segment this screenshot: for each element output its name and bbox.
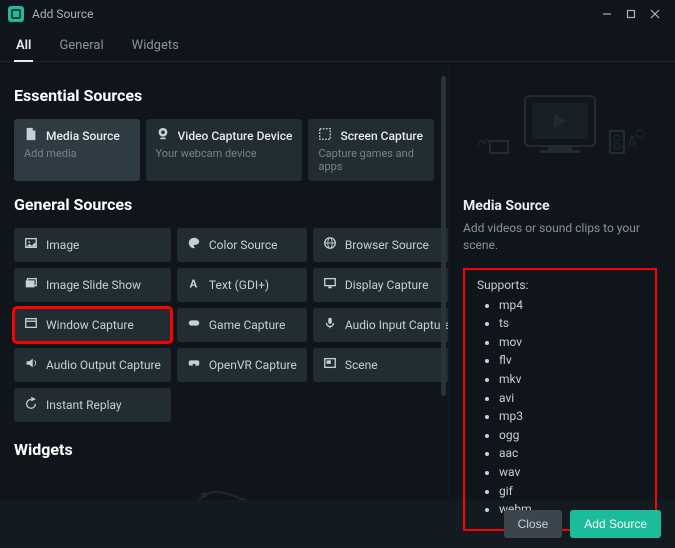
format-avi: avi: [499, 389, 643, 408]
format-aac: aac: [499, 444, 643, 463]
source-label: Instant Replay: [46, 398, 122, 412]
scene-icon: [323, 356, 337, 374]
source-media-source[interactable]: Media Source Add media: [14, 119, 140, 181]
source-label: Text (GDI+): [209, 278, 269, 292]
globe-icon: [323, 236, 337, 254]
text-icon: A: [187, 276, 201, 294]
source-screen-capture[interactable]: Screen Capture Capture games and apps: [308, 119, 434, 181]
format-ogg: ogg: [499, 426, 643, 445]
widgets-title: Widgets: [14, 440, 434, 459]
webcam-icon: [156, 127, 170, 145]
source-label: OpenVR Capture: [209, 358, 297, 372]
mic-icon: [323, 316, 337, 334]
detail-desc: Add videos or sound clips to your scene.: [463, 220, 657, 254]
format-mov: mov: [499, 333, 643, 352]
detail-title: Media Source: [463, 198, 657, 214]
scrollbar[interactable]: [441, 76, 446, 396]
source-label: Video Capture Device: [178, 129, 293, 143]
tab-widgets[interactable]: Widgets: [130, 34, 181, 61]
palette-icon: [187, 236, 201, 254]
widgets-illustration: [14, 473, 434, 500]
general-title: General Sources: [14, 195, 434, 214]
maximize-button[interactable]: [619, 2, 643, 26]
tab-all[interactable]: All: [14, 34, 33, 61]
source-sublabel: Capture games and apps: [318, 147, 424, 173]
format-mp4: mp4: [499, 296, 643, 315]
window-icon: [24, 316, 38, 334]
format-mp3: mp3: [499, 407, 643, 426]
format-wav: wav: [499, 463, 643, 482]
supports-label: Supports:: [477, 278, 643, 292]
close-window-button[interactable]: [643, 2, 667, 26]
source-label: Screen Capture: [340, 129, 422, 143]
source-audio-output-capture[interactable]: Audio Output Capture: [14, 348, 171, 382]
source-openvr-capture[interactable]: OpenVR Capture: [177, 348, 307, 382]
replay-icon: [24, 396, 38, 414]
format-flv: flv: [499, 351, 643, 370]
source-display-capture[interactable]: Display Capture: [313, 268, 448, 302]
detail-panel: Media Source Add videos or sound clips t…: [448, 62, 675, 500]
vr-icon: [187, 356, 201, 374]
source-video-capture-device[interactable]: Video Capture Device Your webcam device: [146, 119, 303, 181]
gamepad-icon: [187, 316, 201, 334]
source-text-gdi-[interactable]: A Text (GDI+): [177, 268, 307, 302]
source-browser-source[interactable]: Browser Source: [313, 228, 448, 262]
source-label: Browser Source: [345, 238, 429, 252]
essential-title: Essential Sources: [14, 86, 434, 105]
source-window-capture[interactable]: Window Capture: [14, 308, 171, 342]
source-color-source[interactable]: Color Source: [177, 228, 307, 262]
slides-icon: [24, 276, 38, 294]
source-label: Image: [46, 238, 79, 252]
source-instant-replay[interactable]: Instant Replay: [14, 388, 171, 422]
source-label: Media Source: [46, 129, 120, 143]
svg-text:A: A: [190, 276, 198, 290]
dashed-screen-icon: [318, 127, 332, 145]
source-image-slide-show[interactable]: Image Slide Show: [14, 268, 171, 302]
titlebar: Add Source: [0, 0, 675, 28]
tabs: All General Widgets: [0, 28, 675, 62]
source-label: Audio Output Capture: [46, 358, 161, 372]
source-audio-input-capture[interactable]: Audio Input Capture: [313, 308, 448, 342]
source-label: Audio Input Capture: [345, 318, 448, 332]
detail-illustration: [463, 76, 657, 186]
source-game-capture[interactable]: Game Capture: [177, 308, 307, 342]
source-scene[interactable]: Scene: [313, 348, 448, 382]
format-mkv: mkv: [499, 370, 643, 389]
file-icon: [24, 127, 38, 145]
tab-general[interactable]: General: [57, 34, 105, 61]
minimize-button[interactable]: [595, 2, 619, 26]
close-button[interactable]: Close: [504, 510, 563, 538]
source-sublabel: Your webcam device: [156, 147, 257, 160]
maximize-icon: [626, 9, 636, 19]
minimize-icon: [602, 9, 612, 19]
source-label: Game Capture: [209, 318, 286, 332]
add-source-button[interactable]: Add Source: [570, 510, 661, 538]
app-icon: [8, 6, 24, 22]
window-title: Add Source: [32, 7, 94, 21]
source-label: Scene: [345, 358, 378, 372]
source-label: Display Capture: [345, 278, 429, 292]
format-gif: gif: [499, 482, 643, 501]
format-ts: ts: [499, 314, 643, 333]
monitor-icon: [323, 276, 337, 294]
source-list-panel: Essential Sources Media Source Add media V…: [0, 62, 448, 500]
supports-box: Supports: mp4tsmovflvmkvavimp3oggaacwavg…: [463, 268, 657, 531]
source-label: Image Slide Show: [46, 278, 141, 292]
speaker-icon: [24, 356, 38, 374]
close-icon: [650, 9, 660, 19]
image-icon: [24, 236, 38, 254]
source-label: Window Capture: [46, 318, 134, 332]
source-image[interactable]: Image: [14, 228, 171, 262]
source-label: Color Source: [209, 238, 278, 252]
source-sublabel: Add media: [24, 147, 77, 160]
